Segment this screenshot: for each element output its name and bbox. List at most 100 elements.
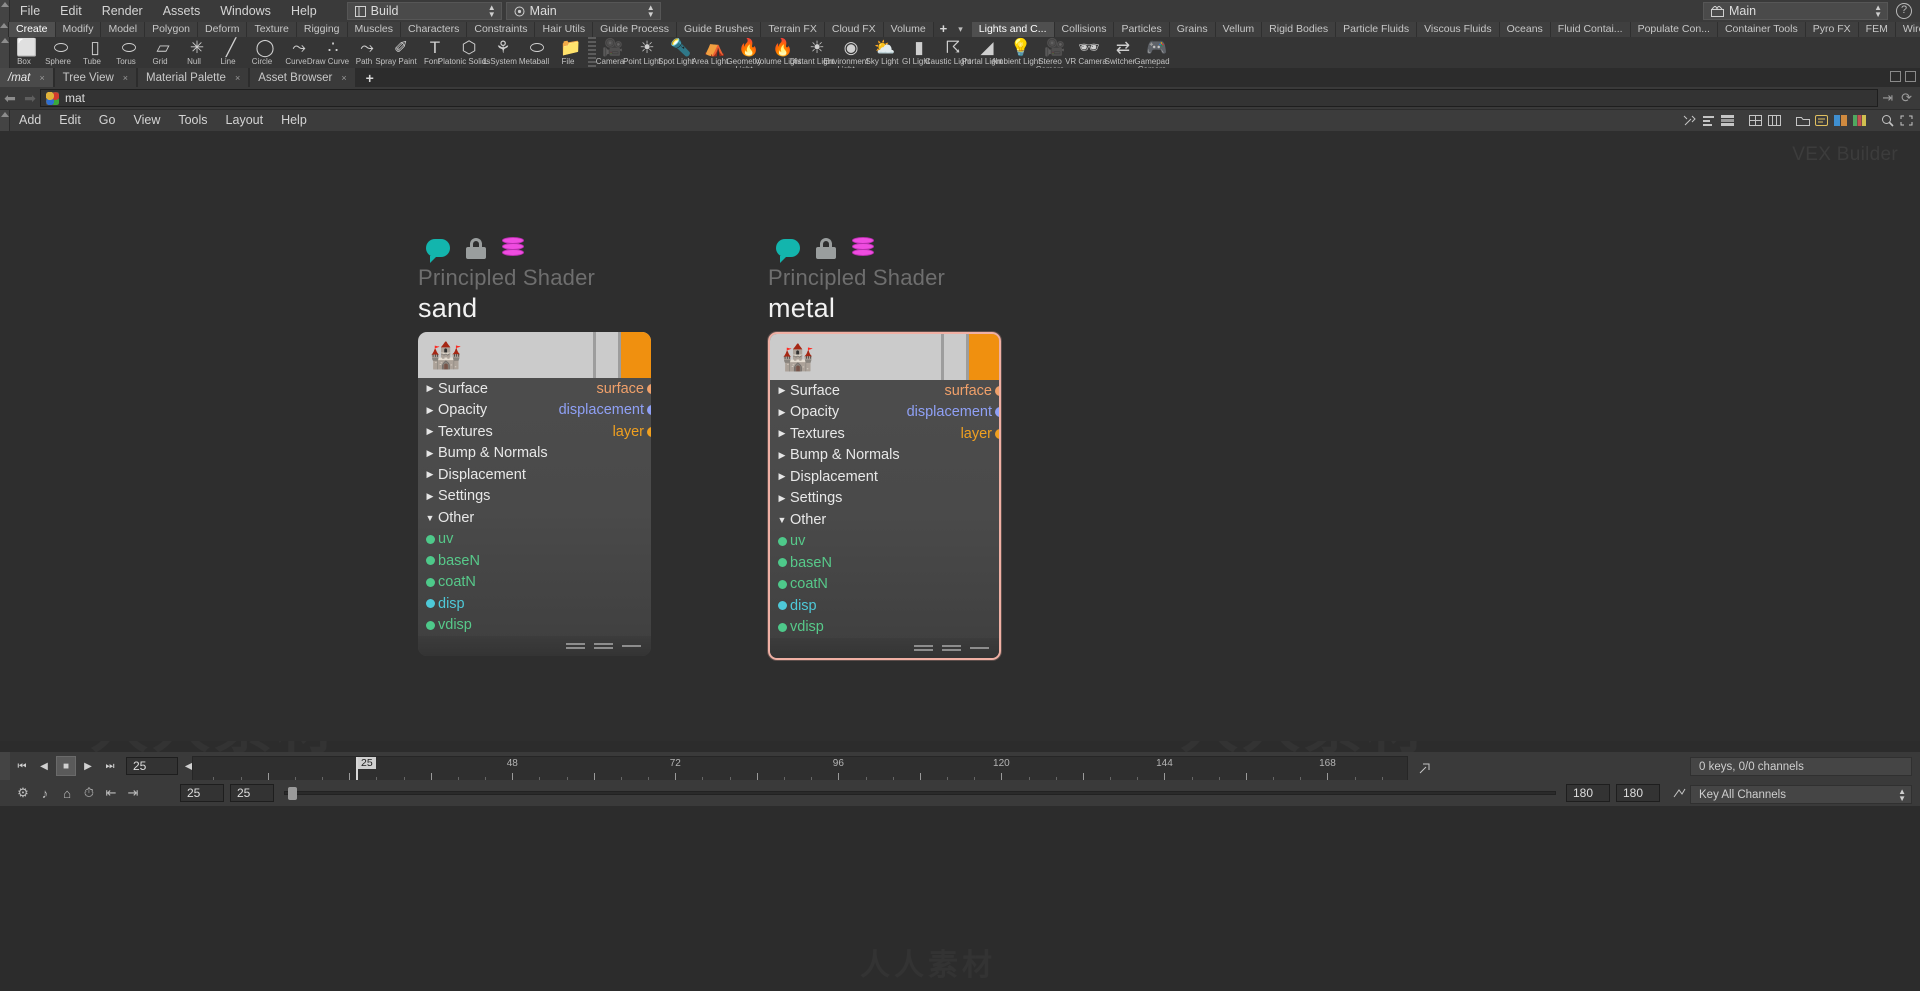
forward-arrow-icon[interactable]: ➡ — [20, 90, 40, 107]
play-button[interactable]: ▶ — [78, 756, 98, 776]
shelf-tab-particles[interactable]: Particles — [1114, 22, 1169, 37]
input-connector-dot[interactable] — [422, 599, 438, 608]
split-pane-icon[interactable] — [1890, 71, 1901, 82]
color-icon[interactable] — [1831, 111, 1850, 130]
chevron-right-icon[interactable]: ▶ — [774, 385, 790, 396]
shelf-tab-rigging[interactable]: Rigging — [297, 22, 348, 37]
key-tool-icon[interactable] — [1415, 758, 1435, 778]
menu-assets[interactable]: Assets — [153, 0, 211, 22]
stop-button[interactable]: ■ — [56, 756, 76, 776]
menu-windows[interactable]: Windows — [210, 0, 281, 22]
netmenu-edit[interactable]: Edit — [50, 110, 90, 131]
node-metal[interactable]: Principled Shadermetal🏰▶Surfacesurface▶O… — [768, 235, 1001, 660]
shelf-tab-grains[interactable]: Grains — [1170, 22, 1216, 37]
frame-slider-knob[interactable] — [288, 787, 297, 800]
node-flag-strip[interactable]: 🏰 — [418, 332, 651, 378]
shelf-tab-particle-fluids[interactable]: Particle Fluids — [1336, 22, 1417, 37]
shelf-tab-characters[interactable]: Characters — [401, 22, 467, 37]
node-param-row[interactable]: ▶Opacitydisplacement — [418, 400, 651, 422]
network-path-input[interactable]: mat — [40, 89, 1878, 107]
node-body[interactable]: 🏰▶Surfacesurface▶Opacitydisplacement▶Tex… — [768, 332, 1001, 660]
input-connector-dot[interactable] — [774, 558, 790, 567]
node-param-row[interactable]: ▶Surfacesurface — [418, 378, 651, 400]
node-param-row[interactable]: coatN — [770, 574, 999, 596]
input-connector-dot[interactable] — [422, 621, 438, 630]
shelf-tab-create[interactable]: Create — [9, 22, 56, 37]
shelf-menu-left-icon[interactable]: ▾ — [953, 22, 968, 37]
shelf-tab-cloud-fx[interactable]: Cloud FX — [825, 22, 884, 37]
node-param-row[interactable]: ▶Bump & Normals — [418, 443, 651, 465]
netmenu-help[interactable]: Help — [272, 110, 316, 131]
shelf-tab-deform[interactable]: Deform — [198, 22, 247, 37]
netmenu-grip[interactable] — [0, 110, 10, 131]
node-param-row[interactable]: ▶Settings — [418, 486, 651, 508]
node-handle-lines-2[interactable] — [594, 643, 613, 649]
note-icon[interactable] — [1812, 111, 1831, 130]
close-icon[interactable]: × — [341, 73, 346, 83]
close-icon[interactable]: × — [123, 73, 128, 83]
node-param-row[interactable]: ▶Textureslayer — [418, 421, 651, 443]
netmenu-layout[interactable]: Layout — [217, 110, 273, 131]
chevron-right-icon[interactable]: ▶ — [422, 426, 438, 437]
input-connector-dot[interactable] — [422, 578, 438, 587]
menu-file[interactable]: File — [10, 0, 50, 22]
comment-icon[interactable] — [776, 239, 800, 257]
pane-tab-material-palette[interactable]: Material Palette× — [138, 68, 248, 87]
database-icon[interactable] — [852, 237, 874, 259]
chevron-right-icon[interactable]: ▶ — [422, 491, 438, 502]
pane-tab-tree-view[interactable]: Tree View× — [55, 68, 136, 87]
node-param-row[interactable]: ▶Surfacesurface — [770, 380, 999, 402]
shelf-tab-populate-con[interactable]: Populate Con... — [1631, 22, 1718, 37]
menu-help[interactable]: Help — [281, 0, 327, 22]
tools-icon[interactable] — [1680, 111, 1699, 130]
netmenu-view[interactable]: View — [124, 110, 169, 131]
range-end-field[interactable]: 180 — [1566, 784, 1610, 802]
range-end2-field[interactable]: 180 — [1616, 784, 1660, 802]
shelf-tab-pyro-fx[interactable]: Pyro FX — [1806, 22, 1859, 37]
node-param-row[interactable]: ▶Displacement — [770, 466, 999, 488]
shelf-tab-fluid-contai[interactable]: Fluid Contai... — [1551, 22, 1631, 37]
shelf-tab-guide-process[interactable]: Guide Process — [593, 22, 677, 37]
radialmenu-selector[interactable]: Main ▲▼ — [1703, 2, 1888, 20]
range-settings-icon[interactable] — [1668, 782, 1690, 804]
frame-slider[interactable] — [284, 791, 1556, 795]
shelf-grip-left[interactable] — [0, 22, 9, 37]
pin-icon[interactable]: ⇥ — [1882, 90, 1893, 106]
output-connector-dot[interactable] — [647, 427, 651, 437]
netmenu-tools[interactable]: Tools — [169, 110, 216, 131]
input-connector-dot[interactable] — [774, 580, 790, 589]
input-connector-dot[interactable] — [774, 601, 790, 610]
chevron-updown-icon[interactable]: ▲▼ — [647, 4, 655, 18]
add-pane-tab-button[interactable]: + — [357, 68, 383, 87]
shelf-tab-polygon[interactable]: Polygon — [145, 22, 198, 37]
node-param-row[interactable]: coatN — [418, 572, 651, 594]
comment-icon[interactable] — [426, 239, 450, 257]
node-param-row[interactable]: ▶Textureslayer — [770, 423, 999, 445]
chevron-down-icon[interactable]: ▼ — [422, 513, 438, 523]
node-handle-lines-1[interactable] — [914, 645, 933, 651]
shelf-tab-hair-utils[interactable]: Hair Utils — [535, 22, 593, 37]
netmenu-go[interactable]: Go — [90, 110, 125, 131]
node-param-row[interactable]: uv — [770, 531, 999, 553]
shelf-tab-volume[interactable]: Volume — [884, 22, 934, 37]
menubar-grip[interactable] — [0, 0, 10, 22]
grid-layout-icon[interactable] — [1746, 111, 1765, 130]
node-handle-lines-3[interactable] — [622, 645, 641, 647]
chevron-right-icon[interactable]: ▶ — [422, 405, 438, 416]
lock-icon[interactable] — [466, 238, 486, 259]
node-sand[interactable]: Principled Shadersand🏰▶Surfacesurface▶Op… — [418, 235, 651, 656]
netmenu-add[interactable]: Add — [10, 110, 50, 131]
shelf-tab-wires[interactable]: Wires — [1896, 22, 1920, 37]
align-icon[interactable] — [1699, 111, 1718, 130]
shelf-tab-muscles[interactable]: Muscles — [348, 22, 402, 37]
node-flag-strip[interactable]: 🏰 — [770, 334, 999, 380]
search-icon[interactable] — [1878, 111, 1897, 130]
shelf-tab-vellum[interactable]: Vellum — [1216, 22, 1263, 37]
shelf-tab-terrain-fx[interactable]: Terrain FX — [761, 22, 824, 37]
camera-mount-icon[interactable]: ⌂ — [56, 782, 78, 804]
chevron-right-icon[interactable]: ▶ — [422, 383, 438, 394]
node-param-row[interactable]: baseN — [770, 552, 999, 574]
pane-tab-asset-browser[interactable]: Asset Browser× — [250, 68, 354, 87]
output-connector-dot[interactable] — [995, 429, 1001, 439]
jump-end-button[interactable]: ⏭ — [100, 756, 120, 776]
